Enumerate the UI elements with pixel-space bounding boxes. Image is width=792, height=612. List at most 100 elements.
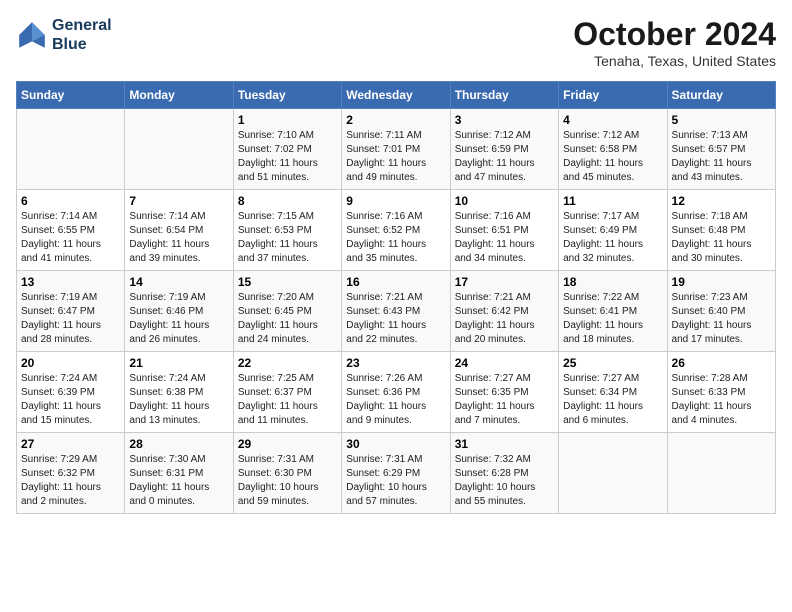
day-number: 19 [672,275,771,289]
day-number: 21 [129,356,228,370]
day-number: 3 [455,113,554,127]
calendar-table: SundayMondayTuesdayWednesdayThursdayFrid… [16,81,776,514]
day-number: 18 [563,275,662,289]
title-block: October 2024 Tenaha, Texas, United State… [573,16,776,69]
day-info: Sunrise: 7:10 AM Sunset: 7:02 PM Dayligh… [238,129,337,185]
calendar-day-cell: 17 Sunrise: 7:21 AM Sunset: 6:42 PM Dayli… [450,271,558,352]
logo-icon [16,19,48,51]
day-info: Sunrise: 7:16 AM Sunset: 6:51 PM Dayligh… [455,210,554,266]
day-info: Sunrise: 7:30 AM Sunset: 6:31 PM Dayligh… [129,453,228,509]
day-of-week-header: Sunday [17,82,125,109]
day-of-week-header: Tuesday [233,82,341,109]
day-info: Sunrise: 7:31 AM Sunset: 6:30 PM Dayligh… [238,453,337,509]
day-number: 12 [672,194,771,208]
day-number: 17 [455,275,554,289]
calendar-day-cell: 5 Sunrise: 7:13 AM Sunset: 6:57 PM Daylig… [667,109,775,190]
calendar-day-cell: 24 Sunrise: 7:27 AM Sunset: 6:35 PM Dayli… [450,352,558,433]
day-info: Sunrise: 7:11 AM Sunset: 7:01 PM Dayligh… [346,129,445,185]
day-info: Sunrise: 7:22 AM Sunset: 6:41 PM Dayligh… [563,291,662,347]
day-of-week-header: Wednesday [342,82,450,109]
day-info: Sunrise: 7:20 AM Sunset: 6:45 PM Dayligh… [238,291,337,347]
day-number: 30 [346,437,445,451]
calendar-day-cell: 4 Sunrise: 7:12 AM Sunset: 6:58 PM Daylig… [559,109,667,190]
day-number: 6 [21,194,120,208]
calendar-day-cell [125,109,233,190]
calendar-day-cell: 21 Sunrise: 7:24 AM Sunset: 6:38 PM Dayli… [125,352,233,433]
calendar-week-row: 6Sunrise: 7:14 AM Sunset: 6:55 PM Daylig… [17,190,776,271]
day-number: 24 [455,356,554,370]
day-info: Sunrise: 7:23 AM Sunset: 6:40 PM Dayligh… [672,291,771,347]
day-info: Sunrise: 7:13 AM Sunset: 6:57 PM Dayligh… [672,129,771,185]
day-info: Sunrise: 7:17 AM Sunset: 6:49 PM Dayligh… [563,210,662,266]
day-info: Sunrise: 7:21 AM Sunset: 6:42 PM Dayligh… [455,291,554,347]
day-info: Sunrise: 7:28 AM Sunset: 6:33 PM Dayligh… [672,372,771,428]
day-info: Sunrise: 7:16 AM Sunset: 6:52 PM Dayligh… [346,210,445,266]
calendar-day-cell: 29 Sunrise: 7:31 AM Sunset: 6:30 PM Dayli… [233,433,341,514]
day-number: 15 [238,275,337,289]
day-number: 26 [672,356,771,370]
month-title: October 2024 [573,16,776,53]
calendar-day-cell: 12Sunrise: 7:18 AM Sunset: 6:48 PM Dayli… [667,190,775,271]
day-number: 9 [346,194,445,208]
calendar-day-cell: 16Sunrise: 7:21 AM Sunset: 6:43 PM Dayli… [342,271,450,352]
day-number: 11 [563,194,662,208]
day-number: 23 [346,356,445,370]
day-info: Sunrise: 7:19 AM Sunset: 6:47 PM Dayligh… [21,291,120,347]
logo: General Blue [16,16,112,54]
calendar-day-cell: 2 Sunrise: 7:11 AM Sunset: 7:01 PM Daylig… [342,109,450,190]
calendar-day-cell: 18 Sunrise: 7:22 AM Sunset: 6:41 PM Dayli… [559,271,667,352]
calendar-day-cell: 13 Sunrise: 7:19 AM Sunset: 6:47 PM Dayli… [17,271,125,352]
calendar-day-cell: 30Sunrise: 7:31 AM Sunset: 6:29 PM Dayli… [342,433,450,514]
calendar-day-cell: 25Sunrise: 7:27 AM Sunset: 6:34 PM Dayli… [559,352,667,433]
day-number: 4 [563,113,662,127]
calendar-week-row: 1Sunrise: 7:10 AM Sunset: 7:02 PM Daylig… [17,109,776,190]
calendar-week-row: 20Sunrise: 7:24 AM Sunset: 6:39 PM Dayli… [17,352,776,433]
day-number: 29 [238,437,337,451]
day-info: Sunrise: 7:24 AM Sunset: 6:38 PM Dayligh… [129,372,228,428]
calendar-day-cell: 3 Sunrise: 7:12 AM Sunset: 6:59 PM Daylig… [450,109,558,190]
calendar-day-cell: 31 Sunrise: 7:32 AM Sunset: 6:28 PM Dayli… [450,433,558,514]
day-number: 22 [238,356,337,370]
day-of-week-header: Monday [125,82,233,109]
day-info: Sunrise: 7:15 AM Sunset: 6:53 PM Dayligh… [238,210,337,266]
day-info: Sunrise: 7:12 AM Sunset: 6:58 PM Dayligh… [563,129,662,185]
day-number: 31 [455,437,554,451]
day-info: Sunrise: 7:19 AM Sunset: 6:46 PM Dayligh… [129,291,228,347]
page-header: General Blue October 2024 Tenaha, Texas,… [16,16,776,69]
day-info: Sunrise: 7:27 AM Sunset: 6:35 PM Dayligh… [455,372,554,428]
day-info: Sunrise: 7:14 AM Sunset: 6:54 PM Dayligh… [129,210,228,266]
day-of-week-header: Thursday [450,82,558,109]
calendar-day-cell: 7 Sunrise: 7:14 AM Sunset: 6:54 PM Daylig… [125,190,233,271]
day-info: Sunrise: 7:32 AM Sunset: 6:28 PM Dayligh… [455,453,554,509]
calendar-day-cell: 26 Sunrise: 7:28 AM Sunset: 6:33 PM Dayli… [667,352,775,433]
calendar-day-cell: 22 Sunrise: 7:25 AM Sunset: 6:37 PM Dayli… [233,352,341,433]
day-of-week-header: Friday [559,82,667,109]
day-info: Sunrise: 7:12 AM Sunset: 6:59 PM Dayligh… [455,129,554,185]
calendar-week-row: 27Sunrise: 7:29 AM Sunset: 6:32 PM Dayli… [17,433,776,514]
day-number: 7 [129,194,228,208]
day-number: 13 [21,275,120,289]
day-of-week-header: Saturday [667,82,775,109]
calendar-day-cell: 8Sunrise: 7:15 AM Sunset: 6:53 PM Daylig… [233,190,341,271]
day-info: Sunrise: 7:25 AM Sunset: 6:37 PM Dayligh… [238,372,337,428]
calendar-day-cell: 23 Sunrise: 7:26 AM Sunset: 6:36 PM Dayli… [342,352,450,433]
day-number: 14 [129,275,228,289]
logo-text: General Blue [52,16,112,54]
calendar-day-cell: 20Sunrise: 7:24 AM Sunset: 6:39 PM Dayli… [17,352,125,433]
day-info: Sunrise: 7:26 AM Sunset: 6:36 PM Dayligh… [346,372,445,428]
calendar-day-cell: 27Sunrise: 7:29 AM Sunset: 6:32 PM Dayli… [17,433,125,514]
day-number: 5 [672,113,771,127]
day-number: 20 [21,356,120,370]
calendar-day-cell: 6Sunrise: 7:14 AM Sunset: 6:55 PM Daylig… [17,190,125,271]
day-info: Sunrise: 7:27 AM Sunset: 6:34 PM Dayligh… [563,372,662,428]
calendar-header-row: SundayMondayTuesdayWednesdayThursdayFrid… [17,82,776,109]
calendar-day-cell: 28 Sunrise: 7:30 AM Sunset: 6:31 PM Dayli… [125,433,233,514]
calendar-day-cell: 10Sunrise: 7:16 AM Sunset: 6:51 PM Dayli… [450,190,558,271]
day-number: 28 [129,437,228,451]
calendar-day-cell: 11 Sunrise: 7:17 AM Sunset: 6:49 PM Dayli… [559,190,667,271]
day-number: 2 [346,113,445,127]
day-info: Sunrise: 7:21 AM Sunset: 6:43 PM Dayligh… [346,291,445,347]
calendar-day-cell [559,433,667,514]
calendar-week-row: 13 Sunrise: 7:19 AM Sunset: 6:47 PM Dayli… [17,271,776,352]
calendar-day-cell: 9 Sunrise: 7:16 AM Sunset: 6:52 PM Daylig… [342,190,450,271]
